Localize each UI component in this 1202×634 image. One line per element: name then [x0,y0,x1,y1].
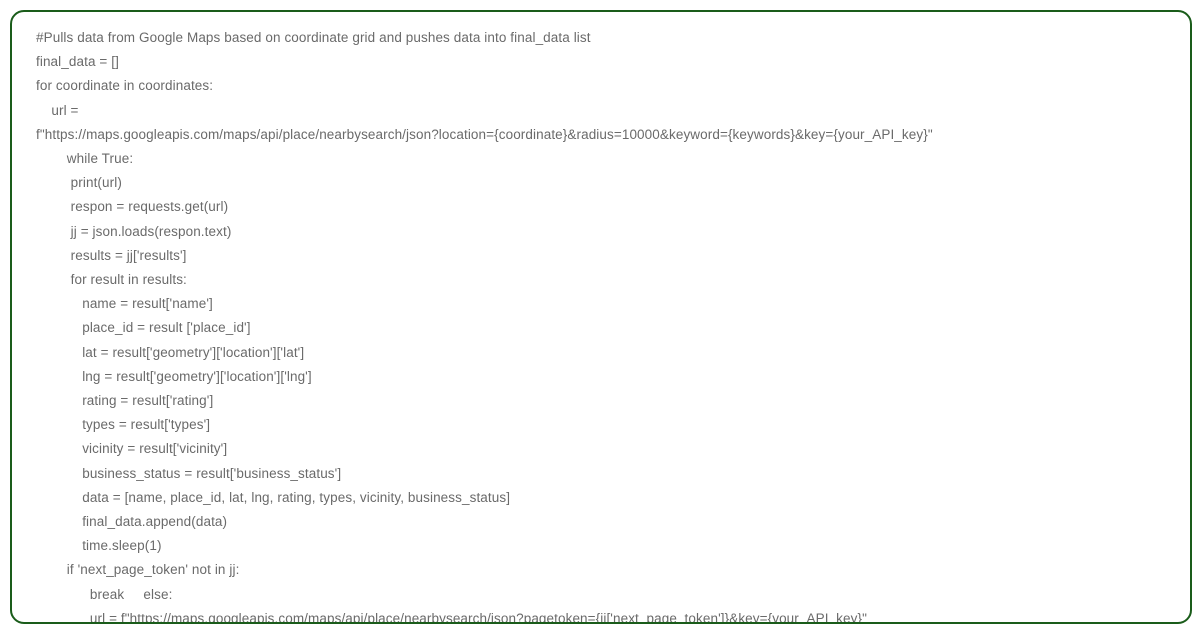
code-line: if 'next_page_token' not in jj: [36,558,1166,582]
code-line: name = result['name'] [36,292,1166,316]
code-line: for coordinate in coordinates: [36,74,1166,98]
code-block-container: #Pulls data from Google Maps based on co… [10,10,1192,624]
code-line: while True: [36,147,1166,171]
code-line: rating = result['rating'] [36,389,1166,413]
code-line: business_status = result['business_statu… [36,462,1166,486]
code-line: final_data.append(data) [36,510,1166,534]
code-line: lat = result['geometry']['location']['la… [36,341,1166,365]
code-line: data = [name, place_id, lat, lng, rating… [36,486,1166,510]
code-line: final_data = [] [36,50,1166,74]
code-line: break else: [36,583,1166,607]
code-line: types = result['types'] [36,413,1166,437]
code-line: results = jj['results'] [36,244,1166,268]
code-line: #Pulls data from Google Maps based on co… [36,26,1166,50]
code-line: url = [36,99,1166,123]
code-line: vicinity = result['vicinity'] [36,437,1166,461]
code-line: lng = result['geometry']['location']['ln… [36,365,1166,389]
code-line: for result in results: [36,268,1166,292]
code-line: url = f"https://maps.googleapis.com/maps… [36,607,1166,624]
code-line: jj = json.loads(respon.text) [36,220,1166,244]
code-line: print(url) [36,171,1166,195]
code-line: time.sleep(1) [36,534,1166,558]
code-line: respon = requests.get(url) [36,195,1166,219]
code-line: place_id = result ['place_id'] [36,316,1166,340]
code-line: f"https://maps.googleapis.com/maps/api/p… [36,123,1166,147]
